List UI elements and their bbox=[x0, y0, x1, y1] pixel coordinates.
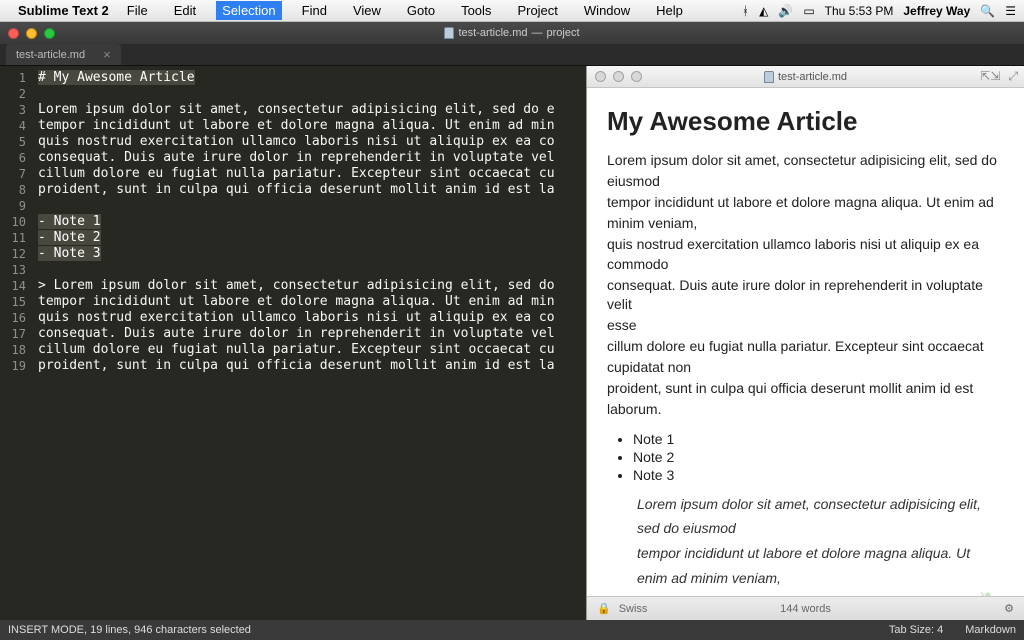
tab-bar: test-article.md × bbox=[0, 44, 1024, 66]
code-line[interactable] bbox=[38, 86, 586, 102]
blockquote-text: tempor incididunt ut labore et dolore ma… bbox=[637, 544, 1004, 563]
preview-footer: 🔒 Swiss 144 words ⚙ bbox=[587, 596, 1024, 620]
preview-text: proident, sunt in culpa qui officia dese… bbox=[607, 379, 1004, 398]
code-line[interactable]: - Note 2 bbox=[38, 230, 586, 246]
window-title-sep: — bbox=[532, 27, 543, 39]
preview-text: commodo bbox=[607, 255, 1004, 274]
code-area[interactable]: # My Awesome Article Lorem ipsum dolor si… bbox=[34, 66, 586, 620]
list-item: Note 2 bbox=[633, 449, 1004, 465]
status-left: INSERT MODE, 19 lines, 946 characters se… bbox=[8, 624, 251, 636]
preview-text: cillum dolore eu fugiat nulla pariatur. … bbox=[607, 337, 1004, 356]
tab-label: test-article.md bbox=[16, 49, 85, 61]
preview-fullscreen-icon[interactable]: ⤢ bbox=[1008, 69, 1018, 84]
window-titlebar: test-article.md — project bbox=[0, 22, 1024, 44]
preview-theme[interactable]: Swiss bbox=[619, 603, 648, 615]
preview-text: tempor incididunt ut labore et dolore ma… bbox=[607, 193, 1004, 212]
app-leaf-icon: ❧ bbox=[978, 584, 1006, 596]
volume-icon[interactable]: 🔊 bbox=[778, 4, 793, 18]
code-line[interactable]: proident, sunt in culpa qui officia dese… bbox=[38, 182, 586, 198]
code-line[interactable]: consequat. Duis aute irure dolor in repr… bbox=[38, 150, 586, 166]
tab-close-icon[interactable]: × bbox=[103, 47, 111, 62]
settings-gear-icon[interactable]: ⚙ bbox=[1004, 602, 1014, 615]
code-line[interactable]: - Note 1 bbox=[38, 214, 586, 230]
code-line[interactable]: tempor incididunt ut labore et dolore ma… bbox=[38, 294, 586, 310]
preview-expand-icon[interactable]: ⇱⇲ bbox=[980, 69, 1000, 84]
preview-panel: test-article.md ⇱⇲ ⤢ My Awesome Article … bbox=[586, 66, 1024, 620]
preview-titlebar: test-article.md ⇱⇲ ⤢ bbox=[587, 66, 1024, 88]
window-traffic-lights bbox=[8, 28, 55, 39]
menu-tools[interactable]: Tools bbox=[455, 1, 497, 20]
app-name[interactable]: Sublime Text 2 bbox=[18, 3, 109, 18]
user-name[interactable]: Jeffrey Way bbox=[903, 4, 970, 18]
document-icon bbox=[764, 71, 774, 83]
spotlight-icon[interactable]: 🔍 bbox=[980, 4, 995, 18]
preview-text: minim veniam, bbox=[607, 214, 1004, 233]
preview-text: esse bbox=[607, 316, 1004, 335]
code-line[interactable] bbox=[38, 262, 586, 278]
code-line[interactable]: consequat. Duis aute irure dolor in repr… bbox=[38, 326, 586, 342]
notification-center-icon[interactable]: ☰ bbox=[1005, 4, 1016, 18]
code-line[interactable]: # My Awesome Article bbox=[38, 70, 586, 86]
minimize-window-icon[interactable] bbox=[26, 28, 37, 39]
preview-text: eiusmod bbox=[607, 172, 1004, 191]
wifi-icon[interactable]: ◭ bbox=[759, 4, 768, 18]
document-icon bbox=[444, 27, 454, 39]
blockquote-text: Lorem ipsum dolor sit amet, consectetur … bbox=[637, 495, 1004, 514]
menu-goto[interactable]: Goto bbox=[401, 1, 441, 20]
status-syntax[interactable]: Markdown bbox=[965, 624, 1016, 636]
code-line[interactable]: tempor incididunt ut labore et dolore ma… bbox=[38, 118, 586, 134]
clock[interactable]: Thu 5:53 PM bbox=[825, 4, 894, 18]
code-line[interactable] bbox=[38, 198, 586, 214]
code-line[interactable]: - Note 3 bbox=[38, 246, 586, 262]
code-editor[interactable]: 12345678910111213141516171819 # My Aweso… bbox=[0, 66, 586, 620]
menu-view[interactable]: View bbox=[347, 1, 387, 20]
preview-body[interactable]: My Awesome Article Lorem ipsum dolor sit… bbox=[587, 88, 1024, 596]
code-line[interactable]: > Lorem ipsum dolor sit amet, consectetu… bbox=[38, 278, 586, 294]
preview-heading: My Awesome Article bbox=[607, 106, 1004, 137]
preview-close-icon[interactable] bbox=[595, 71, 606, 82]
menu-selection[interactable]: Selection bbox=[216, 1, 281, 20]
preview-text: laborum. bbox=[607, 400, 1004, 419]
code-line[interactable]: proident, sunt in culpa qui officia dese… bbox=[38, 358, 586, 374]
blockquote-text: enim ad minim veniam, bbox=[637, 569, 1004, 588]
bluetooth-icon[interactable]: ᚼ bbox=[742, 4, 749, 18]
battery-icon[interactable]: ▭ bbox=[803, 4, 814, 18]
code-line[interactable]: quis nostrud exercitation ullamco labori… bbox=[38, 134, 586, 150]
close-window-icon[interactable] bbox=[8, 28, 19, 39]
list-item: Note 3 bbox=[633, 467, 1004, 483]
preview-minimize-icon[interactable] bbox=[613, 71, 624, 82]
preview-notes-list: Note 1 Note 2 Note 3 bbox=[633, 431, 1004, 483]
window-title-project: project bbox=[547, 27, 580, 39]
word-count: 144 words bbox=[780, 603, 831, 615]
preview-zoom-icon[interactable] bbox=[631, 71, 642, 82]
menu-find[interactable]: Find bbox=[296, 1, 333, 20]
status-bar: INSERT MODE, 19 lines, 946 characters se… bbox=[0, 620, 1024, 640]
preview-text: Lorem ipsum dolor sit amet, consectetur … bbox=[607, 151, 1004, 170]
zoom-window-icon[interactable] bbox=[44, 28, 55, 39]
line-number-gutter: 12345678910111213141516171819 bbox=[0, 66, 34, 620]
menu-edit[interactable]: Edit bbox=[168, 1, 202, 20]
status-tab-size[interactable]: Tab Size: 4 bbox=[889, 624, 943, 636]
preview-text: quis nostrud exercitation ullamco labori… bbox=[607, 235, 1004, 254]
preview-text: consequat. Duis aute irure dolor in repr… bbox=[607, 276, 1004, 314]
menu-project[interactable]: Project bbox=[511, 1, 563, 20]
code-line[interactable]: cillum dolore eu fugiat nulla pariatur. … bbox=[38, 166, 586, 182]
menu-help[interactable]: Help bbox=[650, 1, 689, 20]
preview-title: test-article.md bbox=[778, 71, 847, 83]
preview-text: cupidatat non bbox=[607, 358, 1004, 377]
blockquote-text: sed do eiusmod bbox=[637, 519, 1004, 538]
code-line[interactable]: Lorem ipsum dolor sit amet, consectetur … bbox=[38, 102, 586, 118]
lock-icon[interactable]: 🔒 bbox=[597, 602, 611, 615]
menu-window[interactable]: Window bbox=[578, 1, 636, 20]
code-line[interactable]: quis nostrud exercitation ullamco labori… bbox=[38, 310, 586, 326]
code-line[interactable]: cillum dolore eu fugiat nulla pariatur. … bbox=[38, 342, 586, 358]
preview-blockquote: Lorem ipsum dolor sit amet, consectetur … bbox=[637, 495, 1004, 596]
window-title-doc: test-article.md bbox=[458, 27, 527, 39]
menu-file[interactable]: File bbox=[121, 1, 154, 20]
tab-test-article[interactable]: test-article.md × bbox=[6, 44, 121, 65]
mac-menubar: Sublime Text 2 File Edit Selection Find View… bbox=[0, 0, 1024, 22]
list-item: Note 1 bbox=[633, 431, 1004, 447]
